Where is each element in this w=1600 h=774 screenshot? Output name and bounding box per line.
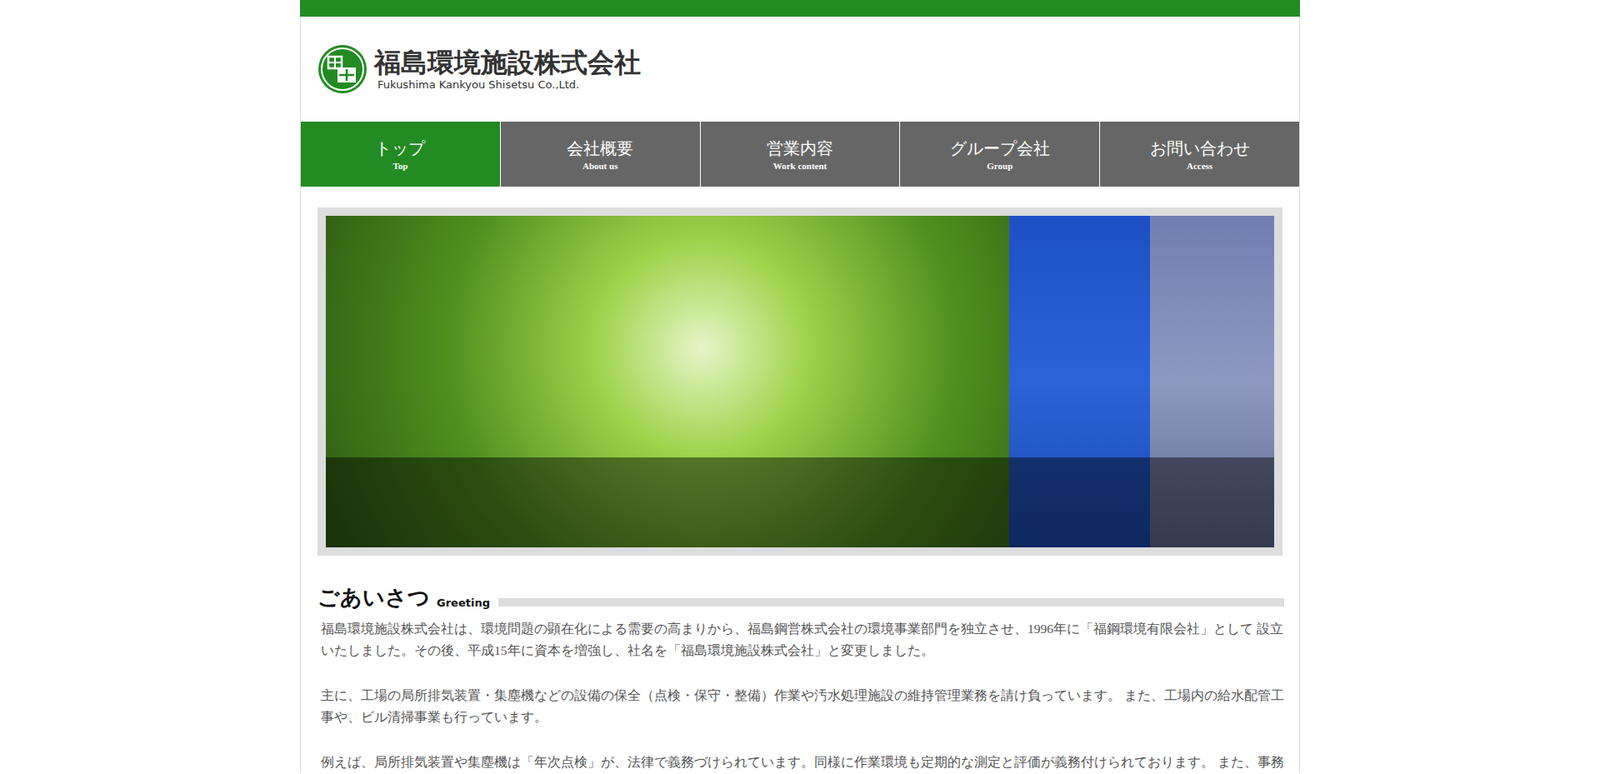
- nav-item[interactable]: 会社概要About us: [500, 121, 701, 187]
- section-heading: ごあいさつ Greeting: [317, 585, 1285, 610]
- main-nav: トップTop会社概要About us営業内容Work contentグループ会社…: [300, 121, 1300, 187]
- hero-image: [325, 215, 1275, 548]
- company-logo-icon: [317, 44, 368, 95]
- nav-item[interactable]: トップTop: [300, 121, 501, 187]
- content-column: 福島環境施設株式会社Fukushima Kankyou Shisetsu Co.…: [300, 16, 1300, 774]
- nav-sub: Top: [392, 160, 408, 171]
- section-line: [498, 598, 1285, 607]
- nav-item[interactable]: 営業内容Work content: [700, 121, 901, 187]
- greeting-section: ごあいさつ Greeting 福島環境施設株式会社は、環境問題の顕在化による需要の高…: [300, 555, 1300, 774]
- page: 福島環境施設株式会社Fukushima Kankyou Shisetsu Co.…: [0, 0, 1600, 774]
- nav-label: グループ会社: [950, 137, 1050, 160]
- section-subtitle: Greeting: [436, 596, 490, 610]
- company-name-en: Fukushima Kankyou Shisetsu Co.,Ltd.: [374, 78, 641, 91]
- nav-sub: Work content: [773, 160, 827, 171]
- greeting-paragraph: 例えば、局所排気装置や集塵機は「年次点検」が、法律で義務づけられています。同様に…: [317, 751, 1285, 774]
- hero-overlay: [325, 457, 1275, 548]
- nav-label: 会社概要: [566, 137, 634, 160]
- greeting-paragraph: 主に、工場の局所排気装置・集塵機などの設備の保全（点検・保守・整備）作業や汚水処…: [317, 685, 1285, 729]
- greeting-paragraph: 福島環境施設株式会社は、環境問題の顕在化による需要の高まりから、福島鋼営株式会社…: [317, 618, 1285, 662]
- nav-label: トップ: [375, 137, 425, 160]
- section-title: ごあいさつ: [317, 585, 430, 610]
- header: 福島環境施設株式会社Fukushima Kankyou Shisetsu Co.…: [300, 16, 1300, 122]
- nav-sub: About us: [582, 160, 619, 171]
- nav-sub: Group: [986, 160, 1013, 171]
- company-name: 福島環境施設株式会社: [374, 47, 641, 79]
- nav-sub: Access: [1186, 160, 1213, 171]
- logo-text: 福島環境施設株式会社Fukushima Kankyou Shisetsu Co.…: [374, 47, 641, 91]
- top-bar: [300, 0, 1300, 17]
- nav-label: お問い合わせ: [1150, 137, 1250, 160]
- nav-label: 営業内容: [766, 137, 834, 160]
- nav-item[interactable]: グループ会社Group: [900, 121, 1100, 187]
- hero-frame: [317, 207, 1283, 556]
- logo[interactable]: 福島環境施設株式会社Fukushima Kankyou Shisetsu Co.…: [317, 44, 641, 95]
- nav-item[interactable]: お問い合わせAccess: [1100, 121, 1300, 187]
